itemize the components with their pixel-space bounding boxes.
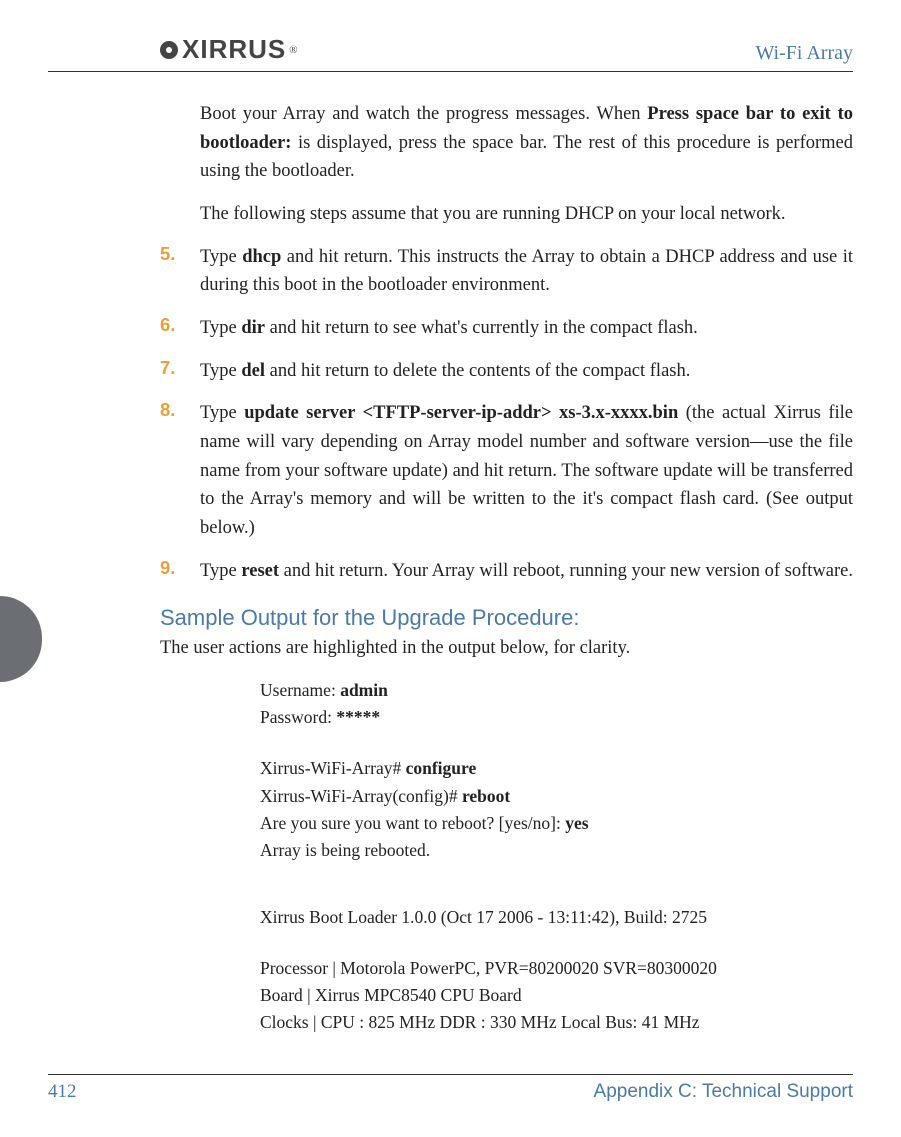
output-line: Username: admin bbox=[260, 677, 853, 704]
output-text: Xirrus-WiFi-Array(config)# bbox=[260, 786, 462, 806]
page-header: XIRRUS® Wi-Fi Array bbox=[48, 34, 853, 72]
step-text: Type bbox=[200, 561, 241, 581]
step-bold-text: del bbox=[241, 361, 265, 381]
output-text: Xirrus-WiFi-Array# bbox=[260, 758, 406, 778]
step-number: 6. bbox=[160, 314, 200, 343]
footer-section: Appendix C: Technical Support bbox=[594, 1081, 853, 1103]
step-bold-text: dir bbox=[241, 318, 265, 338]
output-text: Board | Xirrus MPC8540 CPU Board bbox=[260, 985, 522, 1005]
output-bold-text: reboot bbox=[462, 786, 510, 806]
intro-paragraph-1: Boot your Array and watch the progress m… bbox=[160, 100, 853, 186]
sample-output-heading: Sample Output for the Upgrade Procedure: bbox=[160, 605, 853, 631]
output-line: Clocks | CPU : 825 MHz DDR : 330 MHz Loc… bbox=[260, 1009, 853, 1036]
page: XIRRUS® Wi-Fi Array Boot your Array and … bbox=[0, 0, 901, 1137]
output-text: Password: bbox=[260, 707, 336, 727]
output-line: Xirrus Boot Loader 1.0.0 (Oct 17 2006 - … bbox=[260, 904, 853, 931]
steps-list: 5.Type dhcp and hit return. This instruc… bbox=[160, 243, 853, 586]
output-gap bbox=[260, 931, 853, 955]
step-text: Type bbox=[200, 318, 241, 338]
step-text: and hit return to see what's currently i… bbox=[265, 318, 698, 338]
page-number: 412 bbox=[48, 1081, 77, 1103]
intro-paragraph-2: The following steps assume that you are … bbox=[160, 200, 853, 229]
output-text: Are you sure you want to reboot? [yes/no… bbox=[260, 813, 565, 833]
output-bold-text: ***** bbox=[336, 707, 380, 727]
step-body: Type dhcp and hit return. This instructs… bbox=[200, 243, 853, 300]
step-text: and hit return. Your Array will reboot, … bbox=[279, 561, 853, 581]
output-text: Username: bbox=[260, 680, 340, 700]
output-text: Clocks | CPU : 825 MHz DDR : 330 MHz Loc… bbox=[260, 1012, 700, 1032]
logo-icon bbox=[160, 41, 178, 59]
step-text: Type bbox=[200, 247, 242, 267]
intro-p1-a: Boot your Array and watch the progress m… bbox=[200, 104, 647, 124]
intro-p1-b: is displayed, press the space bar. The r… bbox=[200, 133, 853, 182]
step-body: Type reset and hit return. Your Array wi… bbox=[200, 557, 853, 586]
step-body: Type del and hit return to delete the co… bbox=[200, 357, 853, 386]
output-line: Array is being rebooted. bbox=[260, 837, 853, 864]
sample-output-block: Username: adminPassword: *****Xirrus-WiF… bbox=[160, 677, 853, 1036]
step-item: 9.Type reset and hit return. Your Array … bbox=[160, 557, 853, 586]
output-bold-text: yes bbox=[565, 813, 588, 833]
step-number: 5. bbox=[160, 243, 200, 300]
output-bold-text: admin bbox=[340, 680, 388, 700]
output-line: Processor | Motorola PowerPC, PVR=802000… bbox=[260, 955, 853, 982]
step-text: and hit return to delete the contents of… bbox=[265, 361, 690, 381]
sample-output-intro: The user actions are highlighted in the … bbox=[160, 635, 853, 663]
logo: XIRRUS® bbox=[160, 34, 298, 65]
output-text: Xirrus Boot Loader 1.0.0 (Oct 17 2006 - … bbox=[260, 907, 707, 927]
output-text: Array is being rebooted. bbox=[260, 840, 430, 860]
step-number: 8. bbox=[160, 399, 200, 542]
step-item: 5.Type dhcp and hit return. This instruc… bbox=[160, 243, 853, 300]
step-item: 7.Type del and hit return to delete the … bbox=[160, 357, 853, 386]
output-line: Password: ***** bbox=[260, 704, 853, 731]
page-footer: 412 Appendix C: Technical Support bbox=[48, 1074, 853, 1103]
output-line: Are you sure you want to reboot? [yes/no… bbox=[260, 810, 853, 837]
step-text: Type bbox=[200, 403, 244, 423]
step-body: Type update server <TFTP-server-ip-addr>… bbox=[200, 399, 853, 542]
step-number: 7. bbox=[160, 357, 200, 386]
step-bold-text: dhcp bbox=[242, 247, 281, 267]
step-item: 6.Type dir and hit return to see what's … bbox=[160, 314, 853, 343]
step-number: 9. bbox=[160, 557, 200, 586]
output-gap bbox=[260, 864, 853, 904]
step-text: Type bbox=[200, 361, 241, 381]
output-line: Board | Xirrus MPC8540 CPU Board bbox=[260, 982, 853, 1009]
output-line: Xirrus-WiFi-Array# configure bbox=[260, 755, 853, 782]
header-product-title: Wi-Fi Array bbox=[755, 42, 853, 65]
step-bold-text: reset bbox=[241, 561, 279, 581]
content: Boot your Array and watch the progress m… bbox=[48, 100, 853, 1036]
output-bold-text: configure bbox=[406, 758, 477, 778]
logo-text: XIRRUS bbox=[182, 34, 286, 65]
logo-registered: ® bbox=[289, 44, 297, 56]
output-text: Processor | Motorola PowerPC, PVR=802000… bbox=[260, 958, 717, 978]
output-line: Xirrus-WiFi-Array(config)# reboot bbox=[260, 783, 853, 810]
step-body: Type dir and hit return to see what's cu… bbox=[200, 314, 853, 343]
output-gap bbox=[260, 731, 853, 755]
step-bold-text: update server <TFTP-server-ip-addr> xs-3… bbox=[244, 403, 678, 423]
step-text: (the actual Xirrus file name will vary d… bbox=[200, 403, 853, 538]
step-text: and hit return. This instructs the Array… bbox=[200, 247, 853, 296]
step-item: 8.Type update server <TFTP-server-ip-add… bbox=[160, 399, 853, 542]
